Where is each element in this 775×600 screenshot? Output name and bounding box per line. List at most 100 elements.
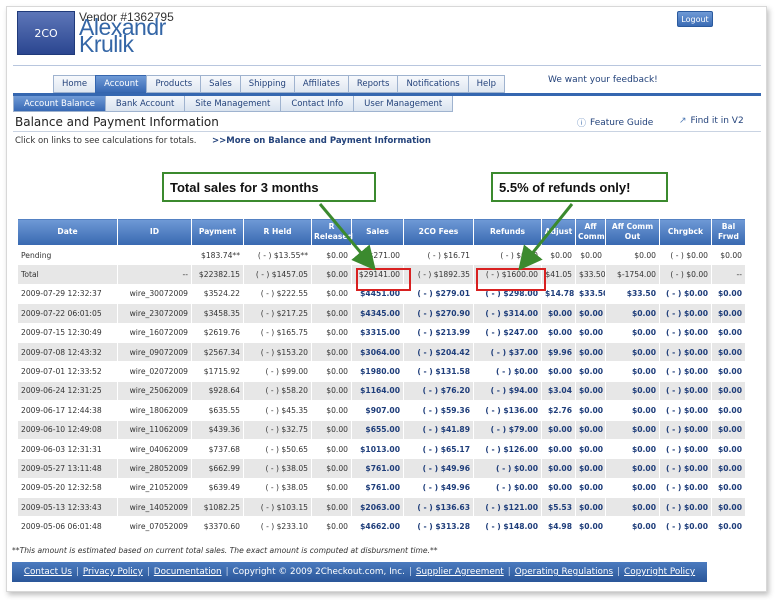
cell-aff-comm-out[interactable]: $0.00 xyxy=(605,497,660,518)
cell-refunds[interactable]: ( - ) $0.00 xyxy=(473,458,542,479)
cell-2co-fees[interactable]: ( - ) $49.96 xyxy=(403,477,474,499)
cell-chrgbck[interactable]: ( - ) $0.00 xyxy=(659,419,712,440)
cell-aff-comm[interactable]: $0.00 xyxy=(575,380,606,402)
cell-refunds[interactable]: ( - ) $314.00 xyxy=(473,303,542,324)
cell-aff-comm-out[interactable]: $0.00 xyxy=(605,361,660,382)
cell-aff-comm[interactable]: $0.00 xyxy=(575,516,606,537)
cell-bal-frwd[interactable]: $0.00 xyxy=(711,458,746,479)
cell-aff-comm-out[interactable]: $33.50 xyxy=(605,283,660,305)
cell-adjust[interactable]: $2.76 xyxy=(541,400,576,421)
cell-bal-frwd[interactable]: $0.00 xyxy=(711,438,746,460)
tab-products[interactable]: Products xyxy=(146,75,201,93)
cell-aff-comm-out[interactable]: $0.00 xyxy=(605,303,660,324)
cell-bal-frwd[interactable]: $0.00 xyxy=(711,477,746,499)
cell-sales[interactable]: $3315.00 xyxy=(351,322,404,343)
cell-adjust[interactable]: $4.98 xyxy=(541,516,576,537)
cell-bal-frwd[interactable]: $0.00 xyxy=(711,283,746,305)
cell-2co-fees[interactable]: ( - ) $76.20 xyxy=(403,380,474,402)
feedback-link[interactable]: We want your feedback! xyxy=(548,75,658,85)
subtab-account-balance[interactable]: Account Balance xyxy=(13,96,105,112)
cell-2co-fees[interactable]: ( - ) $65.17 xyxy=(403,438,474,460)
cell-adjust[interactable]: $0.00 xyxy=(541,477,576,499)
cell-refunds[interactable]: ( - ) $94.00 xyxy=(473,380,542,402)
cell-sales[interactable]: $1164.00 xyxy=(351,380,404,402)
subtab-bank-account[interactable]: Bank Account xyxy=(104,96,185,112)
tab-reports[interactable]: Reports xyxy=(347,75,398,93)
cell-adjust[interactable]: $14.78 xyxy=(541,283,576,305)
cell-refunds[interactable]: ( - ) $37.00 xyxy=(473,341,542,363)
cell-adjust[interactable]: $0.00 xyxy=(541,361,576,382)
cell-adjust[interactable]: $0.00 xyxy=(541,419,576,440)
cell-adjust[interactable]: $0.00 xyxy=(541,303,576,324)
cell-sales[interactable]: $907.00 xyxy=(351,400,404,421)
cell-sales[interactable]: $3064.00 xyxy=(351,341,404,363)
cell-aff-comm-out[interactable]: $0.00 xyxy=(605,380,660,402)
cell-adjust[interactable]: $9.96 xyxy=(541,341,576,363)
cell-chrgbck[interactable]: ( - ) $0.00 xyxy=(659,400,712,421)
cell-aff-comm[interactable]: $0.00 xyxy=(575,322,606,343)
cell-2co-fees[interactable]: ( - ) $213.99 xyxy=(403,322,474,343)
subtab-contact-info[interactable]: Contact Info xyxy=(280,96,354,112)
tab-home[interactable]: Home xyxy=(53,75,96,93)
cell-aff-comm-out[interactable]: $0.00 xyxy=(605,516,660,537)
cell-bal-frwd[interactable]: $0.00 xyxy=(711,400,746,421)
cell-aff-comm-out[interactable]: $0.00 xyxy=(605,477,660,499)
footer-link-supplier-agreement[interactable]: Supplier Agreement xyxy=(416,567,504,577)
more-info-link[interactable]: >>More on Balance and Payment Informatio… xyxy=(212,136,431,146)
cell-2co-fees[interactable]: ( - ) $313.28 xyxy=(403,516,474,537)
cell-chrgbck[interactable]: ( - ) $0.00 xyxy=(659,322,712,343)
tab-account[interactable]: Account xyxy=(95,75,147,93)
cell-refunds[interactable]: ( - ) $148.00 xyxy=(473,516,542,537)
cell-sales[interactable]: $761.00 xyxy=(351,458,404,479)
cell-aff-comm[interactable]: $0.00 xyxy=(575,438,606,460)
cell-adjust[interactable]: $0.00 xyxy=(541,322,576,343)
cell-chrgbck[interactable]: ( - ) $0.00 xyxy=(659,361,712,382)
cell-bal-frwd[interactable]: $0.00 xyxy=(711,516,746,537)
footer-link-operating-regulations[interactable]: Operating Regulations xyxy=(515,567,613,577)
tab-sales[interactable]: Sales xyxy=(200,75,240,93)
cell-bal-frwd[interactable]: $0.00 xyxy=(711,419,746,440)
cell-sales[interactable]: $761.00 xyxy=(351,477,404,499)
tab-affiliates[interactable]: Affiliates xyxy=(293,75,348,93)
cell-2co-fees[interactable]: ( - ) $136.63 xyxy=(403,497,474,518)
footer-link-privacy-policy[interactable]: Privacy Policy xyxy=(83,567,143,577)
cell-refunds[interactable]: ( - ) $121.00 xyxy=(473,497,542,518)
cell-sales[interactable]: $4345.00 xyxy=(351,303,404,324)
cell-refunds[interactable]: ( - ) $0.00 xyxy=(473,361,542,382)
cell-bal-frwd[interactable]: $0.00 xyxy=(711,322,746,343)
cell-sales[interactable]: $1980.00 xyxy=(351,361,404,382)
cell-aff-comm[interactable]: $0.00 xyxy=(575,477,606,499)
cell-aff-comm-out[interactable]: $0.00 xyxy=(605,341,660,363)
cell-aff-comm-out[interactable]: $0.00 xyxy=(605,400,660,421)
cell-chrgbck[interactable]: ( - ) $0.00 xyxy=(659,283,712,305)
cell-bal-frwd[interactable]: $0.00 xyxy=(711,361,746,382)
footer-link-contact-us[interactable]: Contact Us xyxy=(24,567,72,577)
cell-2co-fees[interactable]: ( - ) $270.90 xyxy=(403,303,474,324)
cell-chrgbck[interactable]: ( - ) $0.00 xyxy=(659,341,712,363)
cell-aff-comm[interactable]: $0.00 xyxy=(575,303,606,324)
cell-refunds[interactable]: ( - ) $247.00 xyxy=(473,322,542,343)
cell-chrgbck[interactable]: ( - ) $0.00 xyxy=(659,497,712,518)
cell-aff-comm-out[interactable]: $0.00 xyxy=(605,458,660,479)
cell-2co-fees[interactable]: ( - ) $279.01 xyxy=(403,283,474,305)
cell-sales[interactable]: $655.00 xyxy=(351,419,404,440)
cell-chrgbck[interactable]: ( - ) $0.00 xyxy=(659,303,712,324)
cell-adjust[interactable]: $0.00 xyxy=(541,458,576,479)
cell-2co-fees[interactable]: ( - ) $131.58 xyxy=(403,361,474,382)
subtab-user-management[interactable]: User Management xyxy=(353,96,454,112)
cell-bal-frwd[interactable]: $0.00 xyxy=(711,497,746,518)
cell-refunds[interactable]: ( - ) $0.00 xyxy=(473,477,542,499)
cell-aff-comm[interactable]: $0.00 xyxy=(575,361,606,382)
cell-bal-frwd[interactable]: $0.00 xyxy=(711,341,746,363)
footer-link-documentation[interactable]: Documentation xyxy=(154,567,222,577)
cell-refunds[interactable]: ( - ) $79.00 xyxy=(473,419,542,440)
cell-bal-frwd[interactable]: $0.00 xyxy=(711,380,746,402)
cell-2co-fees[interactable]: ( - ) $49.96 xyxy=(403,458,474,479)
tab-notifications[interactable]: Notifications xyxy=(397,75,468,93)
cell-sales[interactable]: $2063.00 xyxy=(351,497,404,518)
cell-sales[interactable]: $4662.00 xyxy=(351,516,404,537)
cell-refunds[interactable]: ( - ) $136.00 xyxy=(473,400,542,421)
cell-adjust[interactable]: $5.53 xyxy=(541,497,576,518)
cell-aff-comm[interactable]: $0.00 xyxy=(575,341,606,363)
cell-aff-comm[interactable]: $0.00 xyxy=(575,419,606,440)
